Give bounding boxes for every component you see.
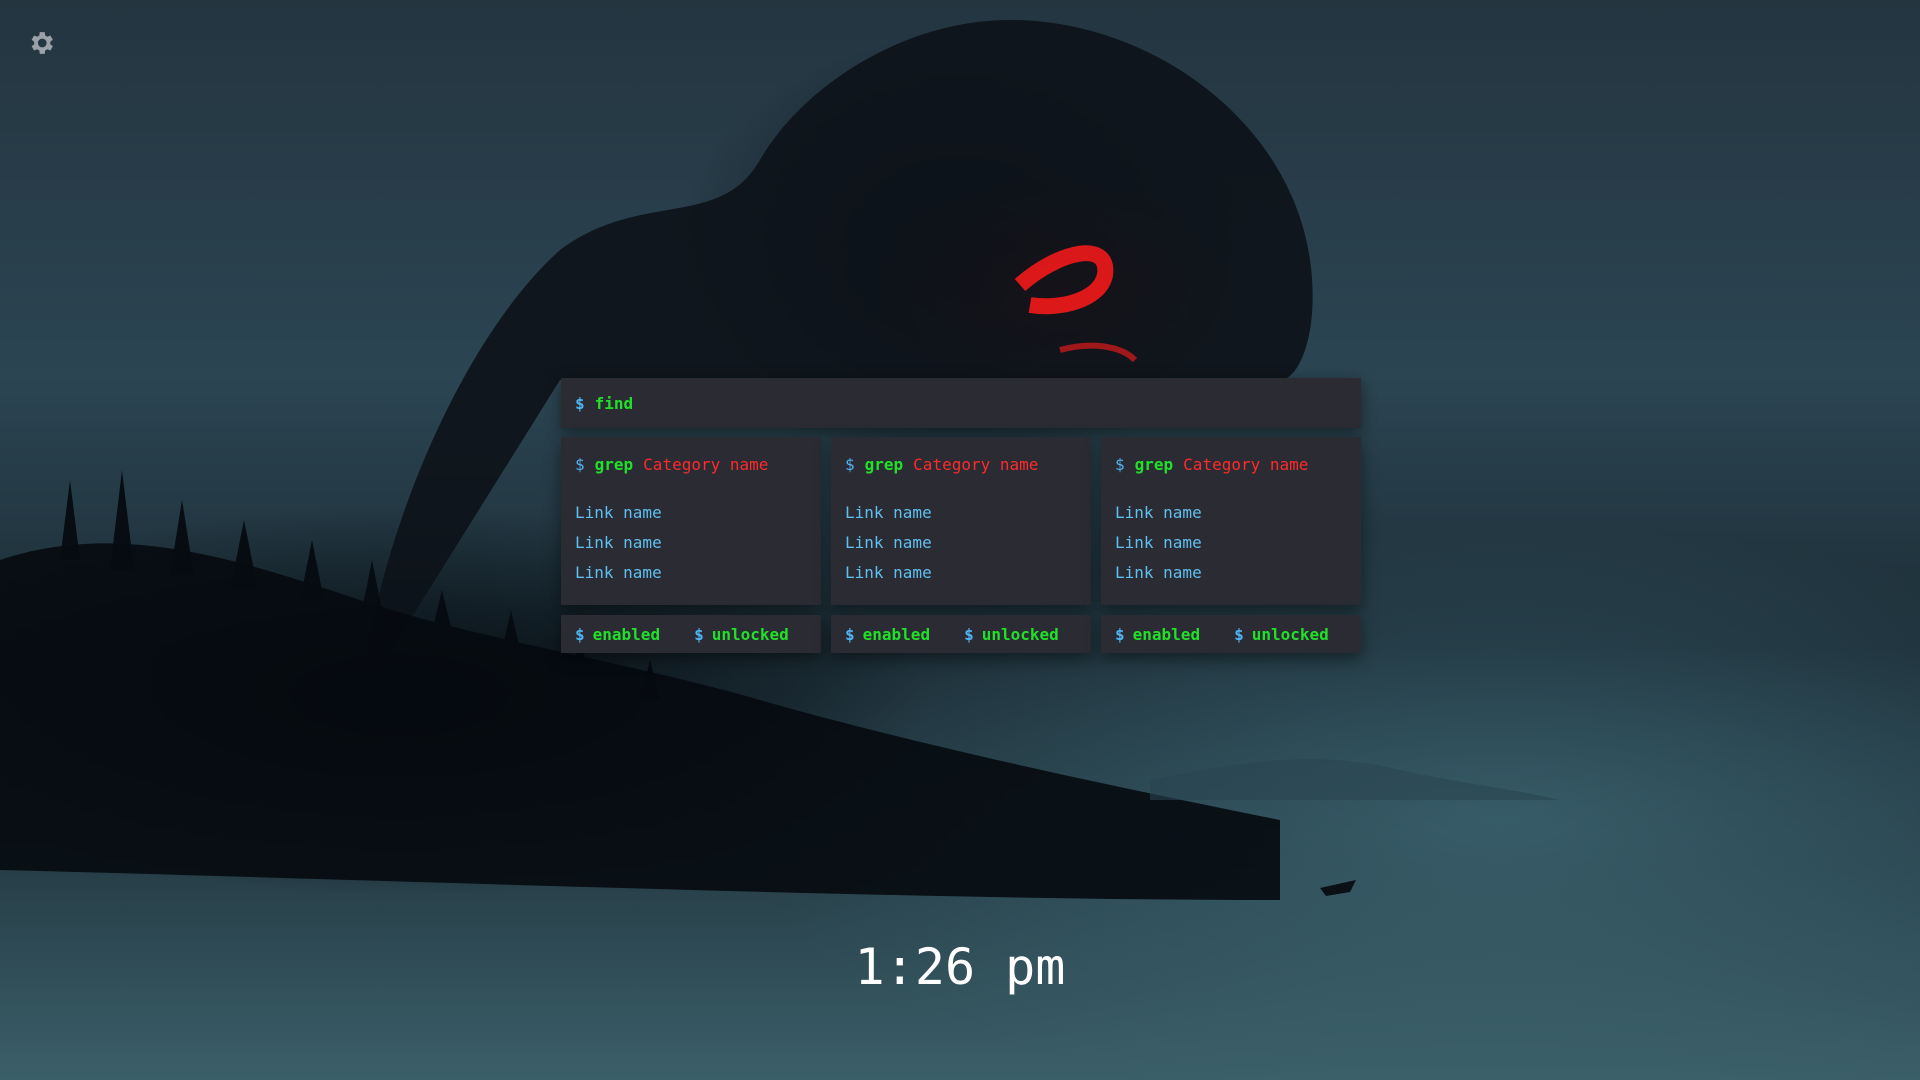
category-name: Category name: [913, 455, 1039, 474]
clock: 1:26 pm: [854, 938, 1066, 996]
link-item[interactable]: Link name: [1115, 528, 1347, 558]
settings-button[interactable]: [26, 28, 56, 58]
category-prompt: $: [1115, 455, 1125, 474]
status-prompt: $: [964, 624, 974, 644]
link-item[interactable]: Link name: [575, 528, 807, 558]
status-enabled-label: enabled: [862, 624, 931, 644]
category-title: $ grep Category name: [845, 455, 1077, 474]
status-unlocked: $ unlocked: [1234, 625, 1329, 644]
link-item[interactable]: Link name: [845, 498, 1077, 528]
status-unlocked-label: unlocked: [711, 624, 789, 644]
category-title: $ grep Category name: [575, 455, 807, 474]
category-prompt: $: [845, 455, 855, 474]
status-unlocked: $ unlocked: [964, 625, 1059, 644]
status-panel: $ enabled $ unlocked: [1101, 615, 1361, 653]
status-unlocked: $ unlocked: [694, 625, 789, 644]
search-prompt: $: [575, 393, 585, 413]
status-enabled: $ enabled: [845, 625, 930, 644]
search-bar[interactable]: $ find: [561, 378, 1361, 428]
status-enabled-label: enabled: [1132, 624, 1201, 644]
status-row: $ enabled $ unlocked $ enabled $ unlocked $ e…: [561, 615, 1361, 653]
link-item[interactable]: Link name: [1115, 558, 1347, 588]
link-item[interactable]: Link name: [845, 558, 1077, 588]
status-prompt: $: [845, 624, 855, 644]
category-card: $ grep Category name Link name Link name L…: [1101, 437, 1361, 605]
search-input[interactable]: find: [595, 394, 634, 413]
link-item[interactable]: Link name: [575, 558, 807, 588]
category-card: $ grep Category name Link name Link name L…: [561, 437, 821, 605]
status-prompt: $: [575, 624, 585, 644]
gear-icon: [31, 32, 53, 54]
category-name: Category name: [643, 455, 769, 474]
status-unlocked-label: unlocked: [981, 624, 1059, 644]
status-prompt: $: [1115, 624, 1125, 644]
category-command: grep: [594, 455, 634, 474]
category-title: $ grep Category name: [1115, 455, 1347, 474]
link-item[interactable]: Link name: [1115, 498, 1347, 528]
link-item[interactable]: Link name: [845, 528, 1077, 558]
category-cards: $ grep Category name Link name Link name L…: [561, 437, 1361, 605]
status-panel: $ enabled $ unlocked: [561, 615, 821, 653]
status-prompt: $: [1234, 624, 1244, 644]
category-command: grep: [864, 455, 904, 474]
status-prompt: $: [694, 624, 704, 644]
status-enabled: $ enabled: [1115, 625, 1200, 644]
launcher-panel: $ find $ grep Category name Link name Link…: [561, 378, 1361, 653]
category-prompt: $: [575, 455, 585, 474]
status-panel: $ enabled $ unlocked: [831, 615, 1091, 653]
category-name: Category name: [1183, 455, 1309, 474]
status-enabled: $ enabled: [575, 625, 660, 644]
category-card: $ grep Category name Link name Link name L…: [831, 437, 1091, 605]
status-unlocked-label: unlocked: [1251, 624, 1329, 644]
link-item[interactable]: Link name: [575, 498, 807, 528]
category-command: grep: [1134, 455, 1174, 474]
status-enabled-label: enabled: [592, 624, 661, 644]
